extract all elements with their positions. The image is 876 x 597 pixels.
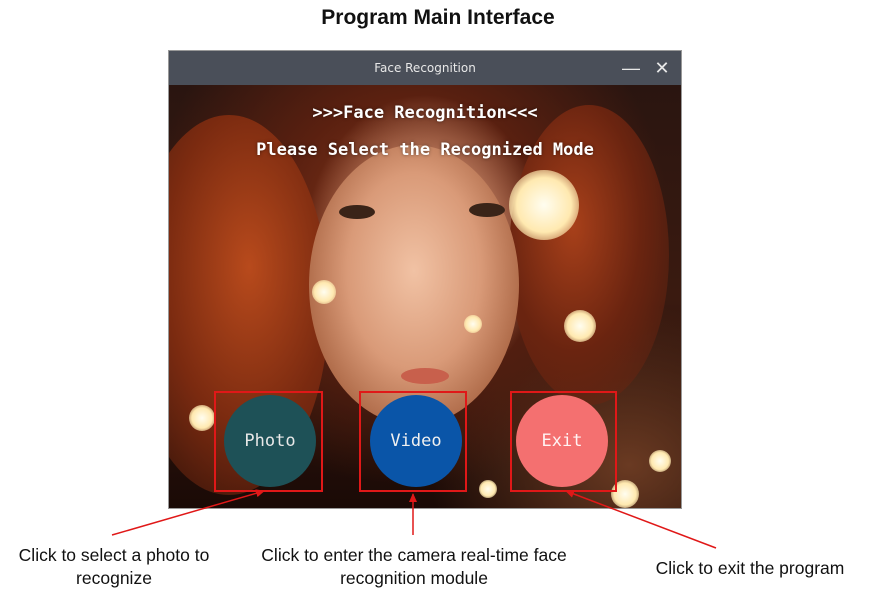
annotation-arrows <box>111 489 717 549</box>
photo-arrow <box>111 489 265 536</box>
photo-caption: Click to select a photo to recognize <box>18 545 210 588</box>
exit-arrow <box>565 490 717 549</box>
video-caption: Click to enter the camera real-time face… <box>261 545 567 588</box>
exit-caption: Click to exit the program <box>655 558 845 578</box>
